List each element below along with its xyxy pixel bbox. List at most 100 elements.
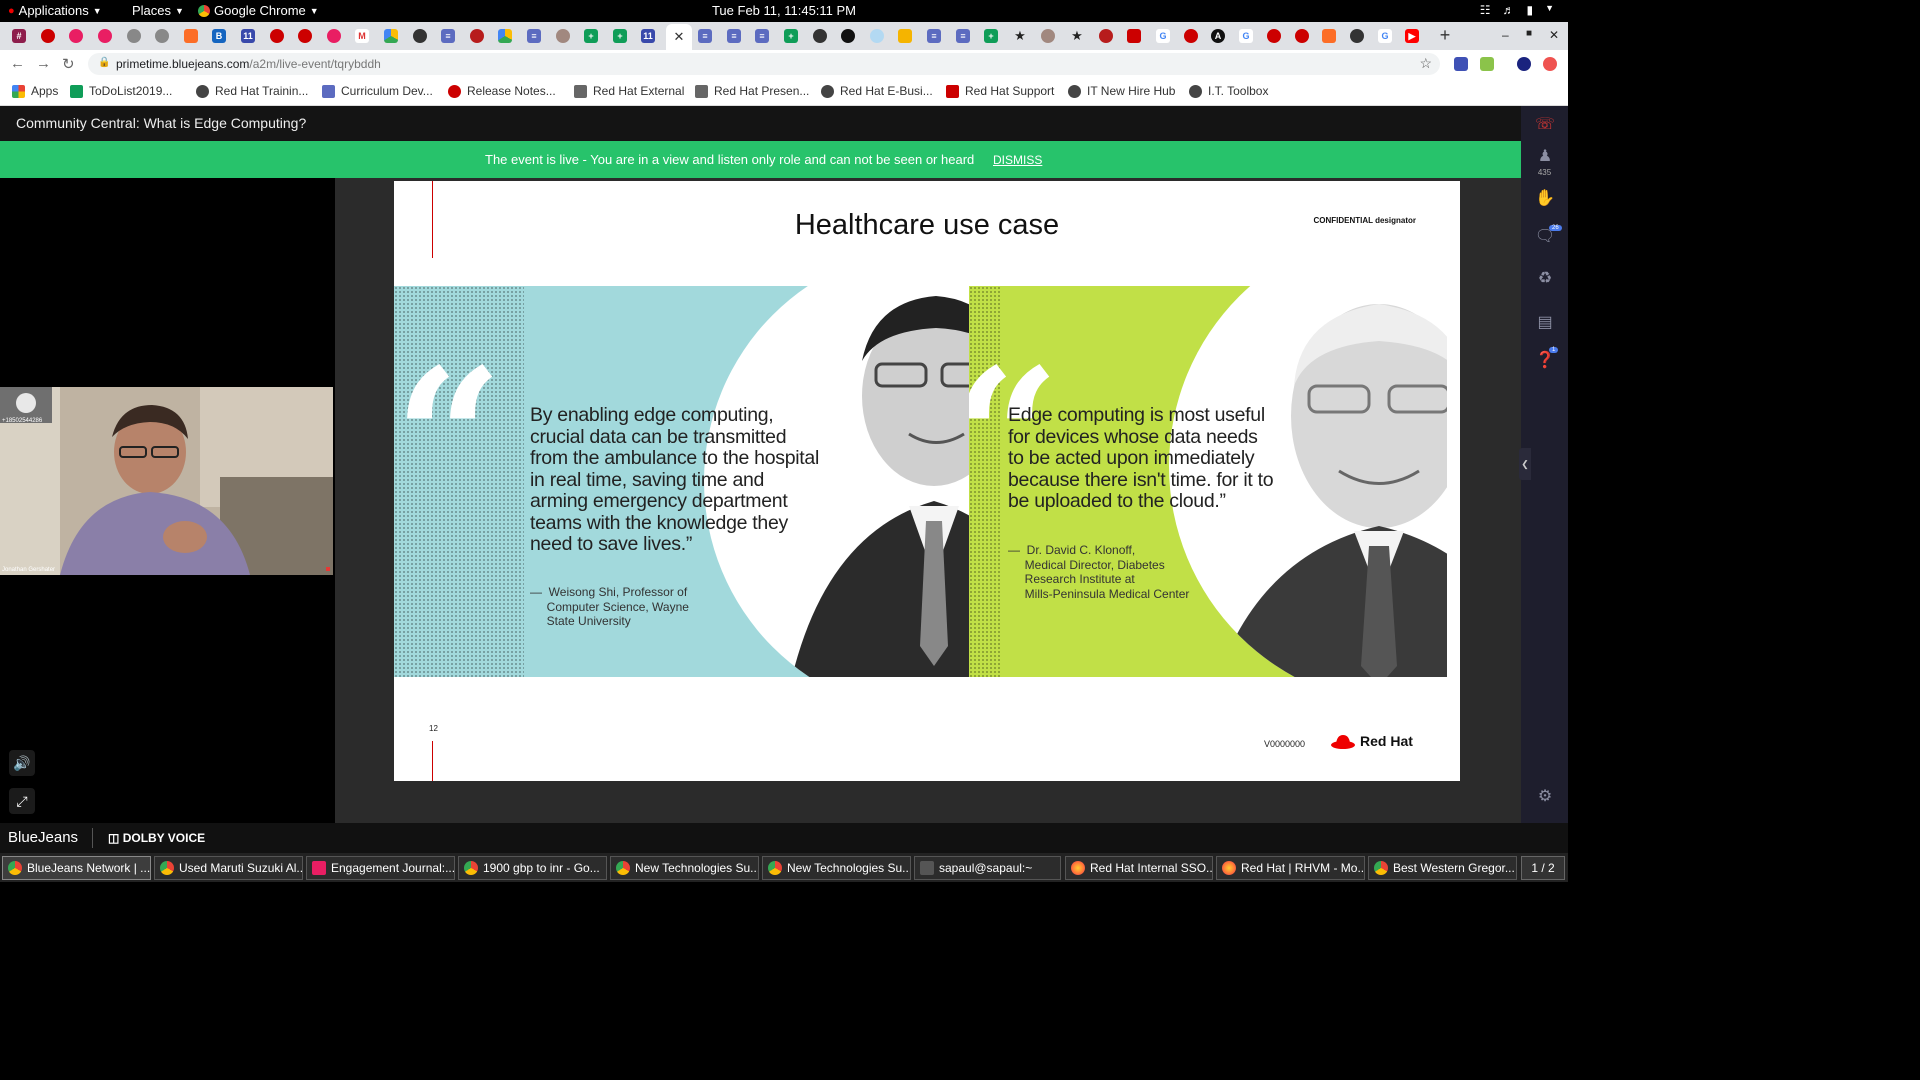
tab-34[interactable]: ≡ bbox=[953, 26, 973, 46]
tab-14[interactable] bbox=[381, 26, 401, 46]
workspace-switcher[interactable]: 1 / 2 bbox=[1521, 856, 1565, 880]
tab-9[interactable]: 11 bbox=[238, 26, 258, 46]
tab-45[interactable] bbox=[1264, 26, 1284, 46]
extension-icon[interactable] bbox=[1454, 57, 1468, 71]
tab-6[interactable] bbox=[152, 26, 172, 46]
tab-13[interactable]: M bbox=[352, 26, 372, 46]
taskbar-item[interactable]: New Technologies Su... bbox=[762, 856, 911, 880]
taskbar-item[interactable]: Red Hat | RHVM - Mo... bbox=[1216, 856, 1365, 880]
qa-button[interactable]: ❓ bbox=[1535, 350, 1555, 370]
tab-19[interactable]: ≡ bbox=[524, 26, 544, 46]
tab-48[interactable] bbox=[1347, 26, 1367, 46]
taskbar-item[interactable]: BlueJeans Network | ... bbox=[2, 856, 151, 880]
tab-11[interactable] bbox=[295, 26, 315, 46]
tab-17[interactable] bbox=[467, 26, 487, 46]
bookmark-toolbox[interactable]: I.T. Toolbox bbox=[1189, 84, 1268, 98]
tab-25[interactable]: ≡ bbox=[695, 26, 715, 46]
tab-15[interactable] bbox=[410, 26, 430, 46]
tab-38[interactable]: ★ bbox=[1067, 26, 1087, 46]
taskbar-item[interactable]: Engagement Journal:... bbox=[306, 856, 455, 880]
battery-icon[interactable]: ▮ bbox=[1526, 3, 1533, 17]
volume-button[interactable]: 🔊 bbox=[9, 750, 35, 776]
tab-50[interactable]: ▶ bbox=[1402, 26, 1422, 46]
tab-active[interactable]: ✕ bbox=[666, 24, 692, 50]
tab-28[interactable]: + bbox=[781, 26, 801, 46]
dismiss-link[interactable]: DISMISS bbox=[993, 153, 1042, 167]
system-tray[interactable]: ☷ ♬ ▮ ▼ bbox=[1480, 3, 1554, 17]
tab-5[interactable] bbox=[124, 26, 144, 46]
profile-avatar[interactable] bbox=[1517, 57, 1531, 71]
fullscreen-button[interactable]: ⤢ bbox=[9, 788, 35, 814]
bookmark-folder-external[interactable]: Red Hat External bbox=[574, 84, 684, 98]
presenter-video[interactable]: +18502544286 Jonathan Gershater bbox=[0, 387, 333, 575]
tab-3[interactable] bbox=[66, 26, 86, 46]
tab-49[interactable]: G bbox=[1375, 26, 1395, 46]
tab-29[interactable] bbox=[810, 26, 830, 46]
bookmark-folder-presentations[interactable]: Red Hat Presen... bbox=[695, 84, 809, 98]
tab-41[interactable]: G bbox=[1153, 26, 1173, 46]
taskbar-item[interactable]: Used Maruti Suzuki Al... bbox=[154, 856, 303, 880]
extension-icon[interactable] bbox=[1480, 57, 1494, 71]
maximize-button[interactable]: ■ bbox=[1526, 28, 1532, 39]
tab-30[interactable] bbox=[838, 26, 858, 46]
tab-42[interactable] bbox=[1181, 26, 1201, 46]
close-icon[interactable]: ✕ bbox=[674, 29, 685, 45]
tab-2[interactable] bbox=[38, 26, 58, 46]
tab-31[interactable] bbox=[867, 26, 887, 46]
leave-call-button[interactable]: ☏ bbox=[1535, 114, 1555, 134]
taskbar-item[interactable]: sapaul@sapaul:~ bbox=[914, 856, 1061, 880]
tab-8[interactable]: B bbox=[209, 26, 229, 46]
chevron-down-icon[interactable]: ▼ bbox=[1545, 3, 1554, 17]
tab-7[interactable] bbox=[181, 26, 201, 46]
tab-1[interactable]: # bbox=[9, 26, 29, 46]
network-icon[interactable]: ☷ bbox=[1480, 3, 1491, 17]
close-window-button[interactable]: ✕ bbox=[1549, 28, 1559, 42]
tab-35[interactable]: + bbox=[981, 26, 1001, 46]
url-input[interactable]: 🔒 primetime.bluejeans.com/a2m/live-event… bbox=[88, 53, 1440, 75]
back-button[interactable]: ← bbox=[10, 55, 25, 72]
taskbar-item[interactable]: New Technologies Su... bbox=[610, 856, 759, 880]
volume-icon[interactable]: ♬ bbox=[1502, 3, 1514, 17]
tab-10[interactable] bbox=[267, 26, 287, 46]
tab-21[interactable]: + bbox=[581, 26, 601, 46]
tab-33[interactable]: ≡ bbox=[924, 26, 944, 46]
bookmark-ebusiness[interactable]: Red Hat E-Busi... bbox=[821, 84, 933, 98]
taskbar-item[interactable]: 1900 gbp to inr - Go... bbox=[458, 856, 607, 880]
tab-40[interactable] bbox=[1124, 26, 1144, 46]
new-tab-button[interactable]: + bbox=[1436, 26, 1454, 44]
forward-button[interactable]: → bbox=[36, 55, 51, 72]
tab-44[interactable]: G bbox=[1236, 26, 1256, 46]
tab-12[interactable] bbox=[324, 26, 344, 46]
participants-button[interactable]: ♟ bbox=[1535, 146, 1555, 166]
taskbar-item[interactable]: Best Western Gregor... bbox=[1368, 856, 1517, 880]
tab-23[interactable]: 11 bbox=[638, 26, 658, 46]
tab-16[interactable]: ≡ bbox=[438, 26, 458, 46]
tab-46[interactable] bbox=[1292, 26, 1312, 46]
minimize-button[interactable]: – bbox=[1502, 28, 1509, 42]
tab-26[interactable]: ≡ bbox=[724, 26, 744, 46]
sharing-button[interactable]: ♻ bbox=[1535, 268, 1555, 288]
clock[interactable]: Tue Feb 11, 11:45:11 PM bbox=[0, 3, 1568, 18]
bookmark-apps[interactable]: Apps bbox=[12, 84, 58, 98]
tab-43[interactable]: A bbox=[1208, 26, 1228, 46]
polls-button[interactable]: ▤ bbox=[1535, 312, 1555, 332]
extension-icon[interactable] bbox=[1543, 57, 1557, 71]
bookmark-curriculum[interactable]: Curriculum Dev... bbox=[322, 84, 433, 98]
raise-hand-button[interactable]: ✋ bbox=[1535, 188, 1555, 208]
taskbar-item[interactable]: Red Hat Internal SSO... bbox=[1065, 856, 1213, 880]
bookmark-release-notes[interactable]: Release Notes... bbox=[448, 84, 556, 98]
tab-36[interactable]: ★ bbox=[1010, 26, 1030, 46]
bookmark-new-hire-hub[interactable]: IT New Hire Hub bbox=[1068, 84, 1175, 98]
settings-button[interactable]: ⚙ bbox=[1535, 786, 1555, 806]
tab-27[interactable]: ≡ bbox=[752, 26, 772, 46]
collapse-panel-button[interactable]: ❮ bbox=[1519, 448, 1531, 480]
tab-47[interactable] bbox=[1319, 26, 1339, 46]
tab-32[interactable] bbox=[895, 26, 915, 46]
tab-22[interactable]: + bbox=[610, 26, 630, 46]
bookmark-todolist[interactable]: ToDoList2019... bbox=[70, 84, 172, 98]
tab-39[interactable] bbox=[1096, 26, 1116, 46]
bookmark-training[interactable]: Red Hat Trainin... bbox=[196, 84, 308, 98]
bookmark-support[interactable]: Red Hat Support bbox=[946, 84, 1054, 98]
reload-button[interactable]: ↻ bbox=[62, 55, 75, 73]
tab-20[interactable] bbox=[553, 26, 573, 46]
